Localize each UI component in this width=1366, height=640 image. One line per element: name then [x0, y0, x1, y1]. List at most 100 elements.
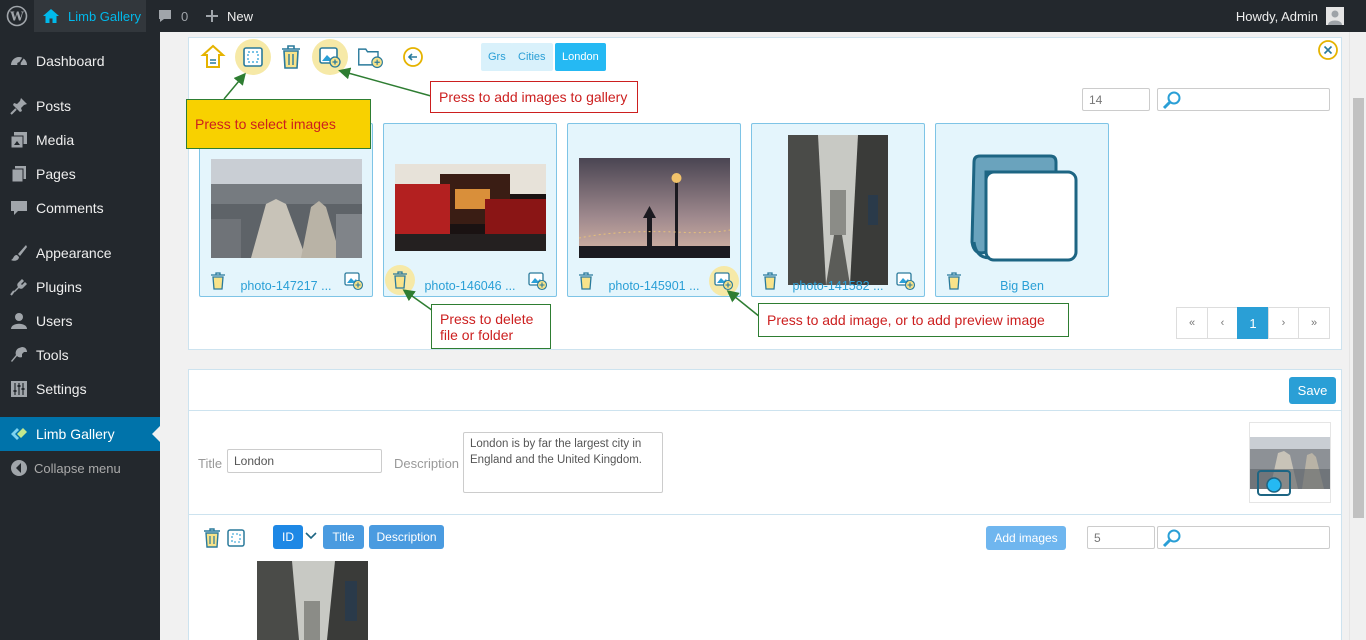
sidebar-item-label: Posts: [36, 98, 72, 114]
image-thumbnail: [788, 135, 888, 285]
go-up-folder-button[interactable]: [199, 43, 227, 71]
trash-icon: [393, 271, 407, 289]
close-button[interactable]: [1314, 36, 1342, 64]
add-image-icon: [344, 272, 364, 291]
trash-icon: [763, 272, 777, 290]
add-images-to-gallery-button[interactable]: [312, 39, 348, 75]
select-all-images-button[interactable]: [222, 524, 250, 552]
delete-file-button[interactable]: [385, 265, 415, 295]
sort-direction-toggle[interactable]: [304, 530, 318, 545]
sidebar-item-appearance[interactable]: Appearance: [0, 236, 160, 270]
file-card[interactable]: photo-146046 ...: [383, 123, 557, 297]
admin-sidebar: Dashboard Posts Media Pages Comments App…: [0, 32, 160, 640]
howdy-text: Howdy, Admin: [1235, 8, 1318, 24]
browser-search-input[interactable]: [1157, 88, 1330, 111]
trash-icon: [211, 272, 225, 290]
sidebar-item-comments[interactable]: Comments: [0, 191, 160, 225]
sidebar-item-label: Media: [36, 132, 75, 148]
add-images-button[interactable]: Add images: [986, 526, 1066, 550]
limb-icon: [9, 424, 29, 444]
site-name-link[interactable]: Limb Gallery: [34, 0, 146, 32]
add-folder-icon: [358, 48, 383, 69]
items-count-input[interactable]: 14: [1082, 88, 1150, 111]
file-card[interactable]: photo-141582 ...: [751, 123, 925, 297]
sidebar-item-label: Comments: [36, 200, 104, 216]
comment-bubble-icon: [157, 8, 173, 24]
sidebar-item-pages[interactable]: Pages: [0, 157, 160, 191]
sort-id-button[interactable]: ID: [273, 525, 303, 549]
divider: [189, 410, 1341, 411]
gallery-image-thumbnail[interactable]: [257, 561, 368, 640]
delete-file-button[interactable]: [760, 271, 780, 291]
add-folder-button[interactable]: [357, 43, 385, 71]
back-arrow-icon: [403, 47, 423, 67]
breadcrumb-grs[interactable]: Grs: [481, 43, 513, 71]
collapse-menu-button[interactable]: Collapse menu: [0, 451, 160, 485]
home-icon: [42, 8, 60, 24]
pagination-last[interactable]: »: [1298, 307, 1330, 339]
divider: [189, 514, 1341, 515]
breadcrumb-cities[interactable]: Cities: [511, 43, 553, 71]
delete-file-button[interactable]: [208, 271, 228, 291]
back-button[interactable]: [399, 43, 427, 71]
site-name: Limb Gallery: [68, 8, 141, 24]
sidebar-item-dashboard[interactable]: Dashboard: [0, 44, 160, 78]
sidebar-item-media[interactable]: Media: [0, 123, 160, 157]
sidebar-item-limb-gallery[interactable]: Limb Gallery: [0, 417, 160, 451]
search-icon: [1161, 90, 1183, 113]
images-search-input[interactable]: [1157, 526, 1330, 549]
comment-icon: [9, 198, 29, 218]
add-preview-button[interactable]: [894, 269, 918, 293]
image-thumbnail: [395, 164, 546, 251]
images-count-input[interactable]: 5: [1087, 526, 1155, 549]
sidebar-item-plugins[interactable]: Plugins: [0, 270, 160, 304]
title-label: Title: [198, 456, 223, 471]
comments-link[interactable]: 0: [157, 0, 188, 32]
wordpress-logo-icon[interactable]: W: [6, 0, 28, 32]
new-content-link[interactable]: New: [205, 0, 253, 32]
image-thumbnail: [579, 158, 730, 258]
pagination-page-1[interactable]: 1: [1237, 307, 1269, 339]
add-image-icon: [319, 47, 341, 68]
sidebar-item-settings[interactable]: Settings: [0, 372, 160, 406]
pin-icon: [9, 96, 29, 116]
file-caption: photo-145901 ...: [608, 279, 700, 293]
preview-image-box[interactable]: [1249, 422, 1331, 503]
title-input[interactable]: London: [227, 449, 382, 473]
file-card[interactable]: photo-147217 ...: [199, 123, 373, 297]
pagination-next[interactable]: ›: [1268, 307, 1299, 339]
folder-card[interactable]: Big Ben: [935, 123, 1109, 297]
pagination-first[interactable]: «: [1176, 307, 1208, 339]
avatar: [1326, 7, 1344, 25]
breadcrumb-london[interactable]: London: [555, 43, 606, 71]
file-caption: photo-141582 ...: [792, 279, 884, 293]
dashboard-icon: [9, 51, 29, 71]
add-preview-button[interactable]: [709, 266, 739, 296]
description-textarea[interactable]: London is by far the largest city in Eng…: [463, 432, 663, 493]
delete-button[interactable]: [277, 43, 305, 71]
file-caption: photo-147217 ...: [240, 279, 332, 293]
pagination-prev[interactable]: ‹: [1207, 307, 1238, 339]
sort-title-button[interactable]: Title: [323, 525, 364, 549]
comments-count: 0: [181, 8, 189, 24]
add-image-icon: [896, 272, 916, 291]
save-button[interactable]: Save: [1289, 377, 1336, 404]
sidebar-item-label: Plugins: [36, 279, 82, 295]
sidebar-item-users[interactable]: Users: [0, 304, 160, 338]
delete-file-button[interactable]: [576, 271, 596, 291]
search-icon: [1161, 528, 1183, 551]
account-menu[interactable]: Howdy, Admin: [1236, 0, 1344, 32]
scrollbar-thumb[interactable]: [1353, 98, 1364, 518]
add-preview-button[interactable]: [526, 269, 550, 293]
file-card[interactable]: photo-145901 ...: [567, 123, 741, 297]
close-icon: [1318, 40, 1338, 60]
select-images-button[interactable]: [235, 39, 271, 75]
delete-folder-button[interactable]: [944, 271, 964, 291]
wrench-icon: [9, 345, 29, 365]
plugin-icon: [9, 277, 29, 297]
sidebar-item-posts[interactable]: Posts: [0, 89, 160, 123]
add-preview-button[interactable]: [342, 269, 366, 293]
sort-description-button[interactable]: Description: [369, 525, 444, 549]
page-scrollbar[interactable]: [1349, 32, 1366, 640]
sidebar-item-tools[interactable]: Tools: [0, 338, 160, 372]
